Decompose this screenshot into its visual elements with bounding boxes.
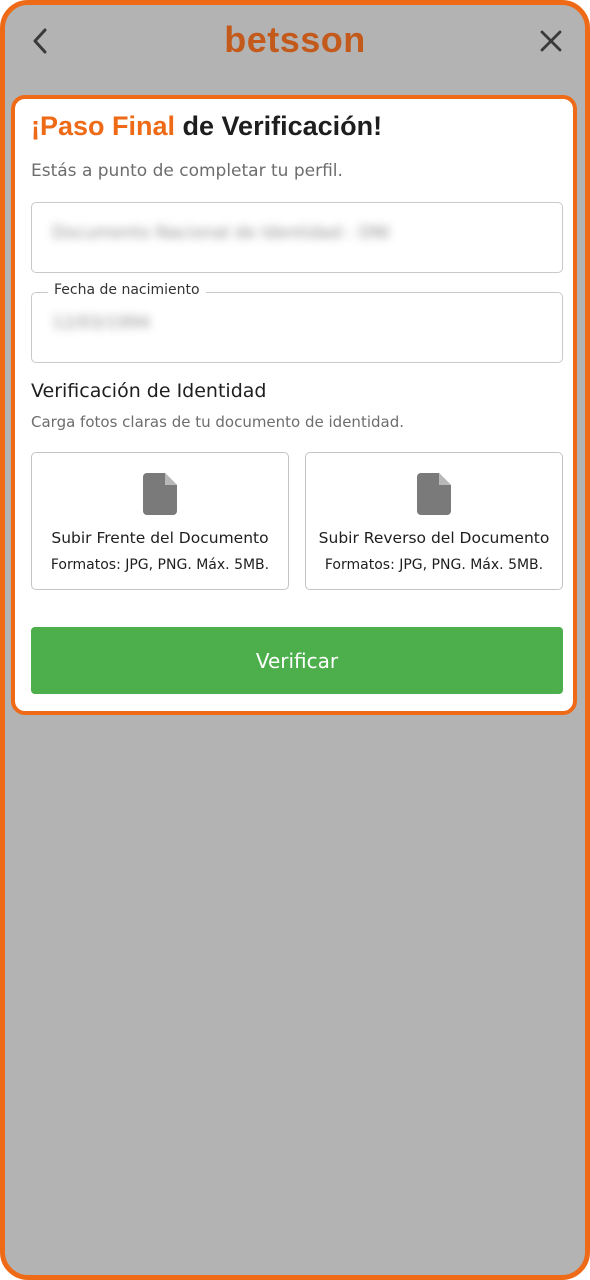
identity-section-heading: Verificación de Identidad bbox=[31, 380, 267, 402]
title-accent: ¡Paso Final bbox=[31, 111, 176, 141]
upload-back-formats: Formatos: JPG, PNG. Máx. 5MB. bbox=[324, 557, 544, 573]
birthdate-value: 12/03/1994 bbox=[52, 313, 150, 333]
app-frame: betsson ¡Paso Final de Verificación! Est… bbox=[0, 0, 590, 1280]
file-icon bbox=[417, 473, 451, 515]
birthdate-label: Fecha de nacimiento bbox=[48, 282, 206, 298]
identity-section-description: Carga fotos claras de tu documento de id… bbox=[31, 413, 404, 431]
title-rest: de Verificación! bbox=[175, 111, 383, 141]
file-icon bbox=[143, 473, 177, 515]
close-icon bbox=[540, 30, 562, 52]
upload-front-button[interactable]: Subir Frente del Documento Formatos: JPG… bbox=[31, 452, 289, 590]
page-subtitle: Estás a punto de completar tu perfil. bbox=[31, 161, 343, 181]
document-type-value: Documento Nacional de Identidad - DNI bbox=[52, 223, 390, 243]
page-title: ¡Paso Final de Verificación! bbox=[31, 111, 382, 142]
close-button[interactable] bbox=[533, 23, 569, 59]
upload-back-title: Subir Reverso del Documento bbox=[318, 529, 550, 547]
upload-back-button[interactable]: Subir Reverso del Documento Formatos: JP… bbox=[305, 452, 563, 590]
upload-front-title: Subir Frente del Documento bbox=[51, 529, 269, 547]
top-bar: betsson bbox=[5, 5, 585, 85]
birthdate-field[interactable]: Fecha de nacimiento 12/03/1994 bbox=[31, 282, 563, 363]
brand-logo: betsson bbox=[224, 19, 366, 60]
upload-front-formats: Formatos: JPG, PNG. Máx. 5MB. bbox=[50, 557, 270, 573]
document-type-field[interactable]: Documento Nacional de Identidad - DNI bbox=[31, 202, 563, 273]
verification-card: ¡Paso Final de Verificación! Estás a pun… bbox=[11, 95, 577, 715]
verify-button[interactable]: Verificar bbox=[31, 627, 563, 694]
